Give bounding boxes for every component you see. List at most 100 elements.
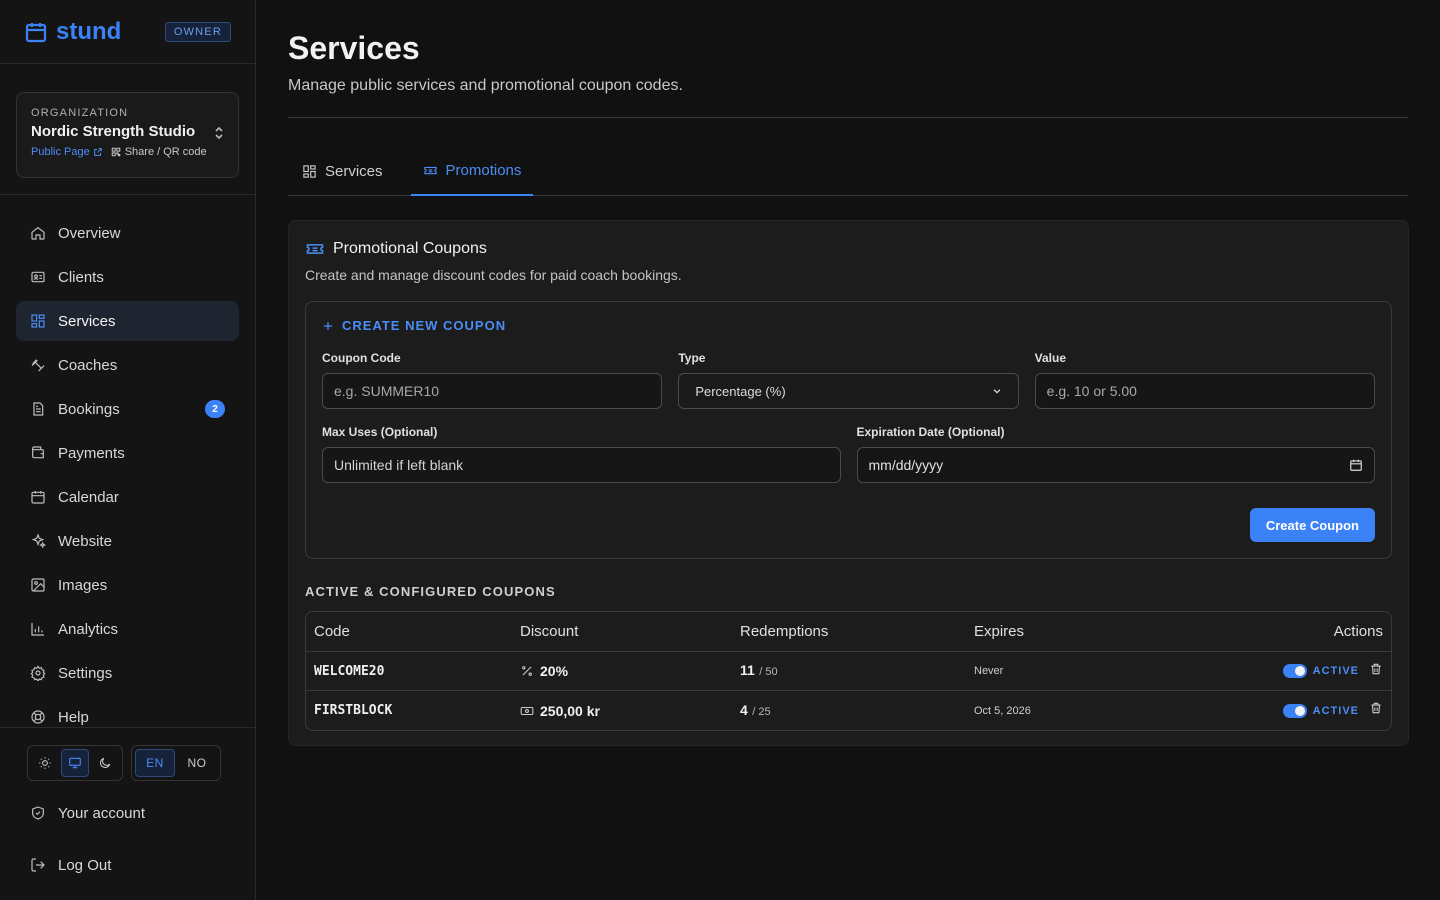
- tab-bar: Services Promotions: [288, 146, 1408, 196]
- redemptions-used: 11: [740, 662, 755, 678]
- sidebar-item-label: Clients: [58, 268, 104, 286]
- tab-services[interactable]: Services: [288, 146, 397, 196]
- value-field: Value e.g. 10 or 5.00: [1034, 351, 1375, 409]
- calendar-icon[interactable]: [1349, 458, 1363, 472]
- percent-icon: [522, 666, 532, 676]
- language-en-button[interactable]: EN: [135, 749, 175, 777]
- chevron-up-down-icon: [214, 126, 224, 142]
- sidebar-item-services[interactable]: Services: [16, 301, 239, 341]
- value-input[interactable]: e.g. 10 or 5.00: [1034, 373, 1375, 409]
- monitor-icon: [69, 757, 81, 769]
- sidebar-item-label: Payments: [58, 444, 125, 462]
- logout-label: Log Out: [58, 856, 112, 874]
- type-select-value: Percentage (%): [695, 383, 786, 399]
- theme-switcher: [27, 745, 123, 781]
- plus-icon: [324, 321, 332, 330]
- sun-icon: [39, 757, 51, 769]
- main-content: Services Manage public services and prom…: [256, 0, 1440, 900]
- column-header-discount: Discount: [520, 623, 579, 640]
- trash-icon: [1371, 702, 1381, 714]
- preference-toggles: EN NO: [27, 745, 228, 781]
- delete-coupon-button[interactable]: [1369, 701, 1383, 720]
- type-select[interactable]: Percentage (%): [678, 373, 1019, 409]
- ticket-icon: [423, 166, 437, 174]
- create-coupon-button[interactable]: Create Coupon: [1249, 508, 1375, 542]
- share-qr-link[interactable]: Share / QR code: [111, 146, 207, 158]
- grid-icon: [31, 314, 45, 328]
- column-header-redemptions: Redemptions: [740, 623, 829, 640]
- sidebar-item-overview[interactable]: Overview: [16, 213, 239, 253]
- tab-promotions[interactable]: Promotions: [410, 146, 534, 196]
- image-icon: [31, 578, 45, 592]
- wallet-icon: [32, 446, 44, 459]
- brand-logo[interactable]: stund: [24, 18, 121, 46]
- coupons-panel: Promotional Coupons Create and manage di…: [288, 220, 1409, 746]
- tab-label: Services: [325, 162, 383, 180]
- sidebar-item-clients[interactable]: Clients: [16, 257, 239, 297]
- coupons-table: Code Discount Redemptions Expires Action…: [305, 611, 1392, 731]
- coupon-status: ACTIVE: [1312, 665, 1359, 677]
- table-row: WELCOME20 20% 11 / 50 Never ACTIVE: [306, 652, 1391, 691]
- sidebar-item-calendar[interactable]: Calendar: [16, 477, 239, 517]
- max-uses-input[interactable]: Unlimited if left blank: [322, 447, 841, 483]
- logout-button[interactable]: Log Out: [27, 845, 228, 885]
- coupon-active-toggle[interactable]: [1282, 664, 1307, 678]
- org-switcher[interactable]: ORGANIZATION Nordic Strength Studio Publ…: [16, 92, 239, 178]
- panel-title-text: Promotional Coupons: [333, 240, 487, 257]
- delete-coupon-button[interactable]: [1369, 662, 1383, 681]
- bookings-count-badge: 2: [205, 400, 225, 418]
- coupon-redemptions: 4 / 25: [740, 702, 974, 720]
- coupon-active-toggle[interactable]: [1282, 703, 1307, 718]
- coupon-code-input[interactable]: e.g. SUMMER10: [322, 373, 663, 409]
- bar-chart-icon: [31, 623, 44, 636]
- sidebar-item-website[interactable]: Website: [16, 521, 239, 561]
- sidebar-item-label: Settings: [58, 664, 113, 682]
- coupon-code-field: Coupon Code e.g. SUMMER10: [322, 351, 663, 409]
- document-icon: [33, 402, 44, 416]
- logout-icon: [31, 858, 45, 872]
- sidebar-item-images[interactable]: Images: [16, 565, 239, 605]
- expiration-date-input[interactable]: mm/dd/yyyy: [856, 447, 1375, 483]
- external-link-icon: [93, 148, 102, 156]
- sidebar-item-label: Website: [58, 532, 112, 550]
- create-coupon-heading-text: CREATE NEW COUPON: [342, 318, 507, 333]
- sidebar-item-coaches[interactable]: Coaches: [16, 345, 239, 385]
- redemptions-max: / 25: [752, 705, 771, 718]
- sidebar-item-bookings[interactable]: Bookings 2: [16, 389, 239, 429]
- org-section: ORGANIZATION Nordic Strength Studio Publ…: [0, 64, 255, 195]
- sidebar-item-analytics[interactable]: Analytics: [16, 609, 239, 649]
- sidebar-item-label: Help: [58, 708, 89, 726]
- chevron-down-icon: [993, 389, 1001, 394]
- brand-name: stund: [56, 17, 122, 45]
- language-no-button[interactable]: NO: [177, 749, 217, 777]
- dumbbell-icon: [31, 359, 45, 372]
- public-page-link[interactable]: Public Page: [31, 146, 103, 158]
- id-card-icon: [31, 271, 45, 283]
- coupon-actions: ACTIVE: [1124, 662, 1383, 681]
- calendar-icon: [31, 491, 45, 504]
- coupon-code: FIRSTBLOCK: [314, 703, 393, 718]
- sidebar-item-label: Coaches: [58, 356, 118, 374]
- max-uses-field: Max Uses (Optional) Unlimited if left bl…: [322, 425, 841, 483]
- sidebar-item-label: Services: [58, 312, 116, 330]
- theme-system-button[interactable]: [61, 749, 89, 777]
- sidebar-item-label: Images: [58, 576, 108, 594]
- moon-icon: [100, 757, 111, 768]
- tab-label: Promotions: [445, 161, 522, 179]
- sidebar-item-settings[interactable]: Settings: [16, 653, 239, 693]
- calendar-logo-icon: [25, 22, 47, 42]
- coupon-expires: Oct 5, 2026: [974, 704, 1031, 717]
- expiration-field: Expiration Date (Optional) mm/dd/yyyy: [856, 425, 1375, 483]
- page-title: Services: [288, 30, 420, 66]
- theme-light-button[interactable]: [31, 749, 59, 777]
- language-switcher: EN NO: [131, 745, 221, 781]
- sidebar-item-payments[interactable]: Payments: [16, 433, 239, 473]
- share-qr-label: Share / QR code: [124, 146, 207, 158]
- your-account-link[interactable]: Your account: [27, 793, 228, 833]
- type-field: Type Percentage (%): [678, 351, 1019, 409]
- max-uses-label: Max Uses (Optional): [322, 425, 438, 439]
- theme-dark-button[interactable]: [91, 749, 119, 777]
- column-header-actions: Actions: [1333, 623, 1383, 640]
- coupon-redemptions: 11 / 50: [740, 662, 974, 680]
- coupon-status: ACTIVE: [1312, 704, 1359, 717]
